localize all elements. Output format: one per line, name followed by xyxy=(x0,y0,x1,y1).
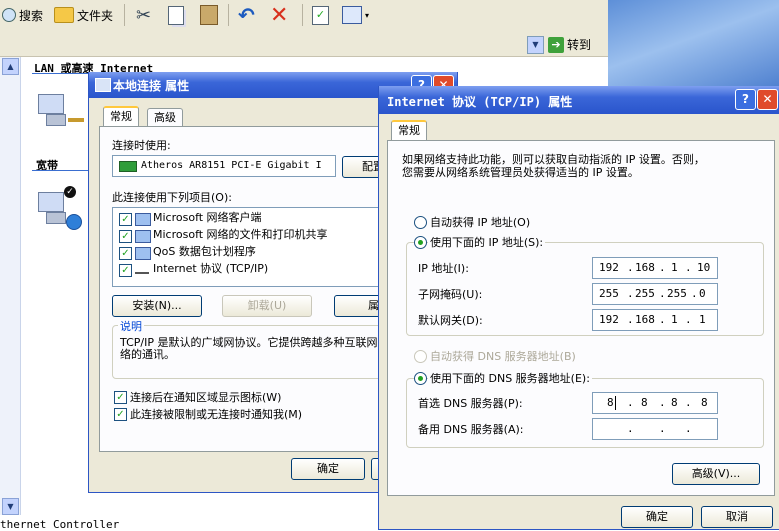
folder-icon xyxy=(54,7,74,23)
tcpip-general-panel: 如果网络支持此功能，则可以获取自动指派的 IP 设置。否则， 您需要从网络系统管… xyxy=(387,140,775,496)
folders-label: 文件夹 xyxy=(77,8,114,23)
notify-checkbox[interactable]: ✓ xyxy=(114,408,127,421)
adapter-field: Atheros AR8151 PCI-E Gigabit I xyxy=(112,155,336,177)
explorer-scrollbar[interactable]: ▲ ▼ xyxy=(0,57,21,515)
qos-icon xyxy=(135,247,151,260)
description-text: TCP/IP 是默认的广域网协议。它提供跨越多种互联网络的通讯。 xyxy=(120,336,378,361)
dialog1-ok-button[interactable]: 确定 xyxy=(291,458,365,480)
tab-advanced[interactable]: 高级 xyxy=(147,108,183,127)
explorer-toolbar: 搜索 文件夹 ✂ ↶ ✕ ✓ ▾ xyxy=(0,0,608,33)
cut-icon[interactable]: ✂ xyxy=(136,4,151,26)
go-arrow-icon: ➔ xyxy=(548,36,564,53)
auto-ip-label: 自动获得 IP 地址(O) xyxy=(430,216,531,229)
scroll-down-button[interactable]: ▼ xyxy=(2,498,19,515)
intro-line-2: 您需要从网络系统管理员处获得适当的 IP 设置。 xyxy=(402,166,639,179)
show-icon-label: 连接后在通知区域显示图标(W) xyxy=(130,391,282,404)
properties-icon[interactable]: ✓ xyxy=(312,4,329,26)
client-icon xyxy=(135,213,151,226)
close-button[interactable]: ✕ xyxy=(757,89,778,110)
alternate-dns-field[interactable]: . . . xyxy=(592,418,718,440)
views-icon[interactable]: ▾ xyxy=(342,4,369,26)
dialog1-title: 本地连接 属性 xyxy=(113,79,190,93)
auto-dns-label: 自动获得 DNS 服务器地址(B) xyxy=(430,350,576,363)
search-button[interactable]: 搜索 xyxy=(2,4,43,26)
copy-icon[interactable] xyxy=(168,4,184,26)
advanced-button[interactable]: 高级(V)... xyxy=(672,463,760,485)
help-button[interactable]: ? xyxy=(735,89,756,110)
network-icon xyxy=(95,78,111,92)
uninstall-button[interactable]: 卸载(U) xyxy=(222,295,312,317)
item-checkbox[interactable]: ✓ xyxy=(119,264,132,277)
status-text: thernet Controller xyxy=(0,518,120,531)
show-icon-checkbox[interactable]: ✓ xyxy=(114,391,127,404)
tcpip-properties-dialog: Internet 协议 (TCP/IP) 属性 ? ✕ 常规 如果网络支持此功能… xyxy=(378,86,779,530)
items-label: 此连接使用下列项目(O): xyxy=(112,191,232,204)
dialog2-title: Internet 协议 (TCP/IP) 属性 xyxy=(387,95,573,109)
item-checkbox[interactable]: ✓ xyxy=(119,230,132,243)
desktop-background xyxy=(608,0,779,90)
lan-connection-icon[interactable] xyxy=(38,88,84,130)
adapter-icon xyxy=(119,161,137,172)
alternate-dns-label: 备用 DNS 服务器(A): xyxy=(418,423,524,436)
search-label: 搜索 xyxy=(19,8,44,23)
use-dns-radio[interactable] xyxy=(414,372,427,385)
go-label: 转到 xyxy=(567,38,592,52)
folders-button[interactable]: 文件夹 xyxy=(54,4,113,26)
scroll-up-button[interactable]: ▲ xyxy=(2,58,19,75)
use-ip-radio[interactable] xyxy=(414,236,427,249)
address-bar xyxy=(0,32,608,57)
item-checkbox[interactable]: ✓ xyxy=(119,247,132,260)
dialog2-ok-button[interactable]: 确定 xyxy=(621,506,693,528)
intro-text: 如果网络支持此功能，则可以获取自动指派的 IP 设置。否则， 您需要从网络系统管… xyxy=(402,153,705,179)
notify-label: 此连接被限制或无连接时通知我(M) xyxy=(130,408,303,421)
text-cursor xyxy=(615,396,616,410)
auto-dns-radio[interactable] xyxy=(414,350,427,363)
broadband-connection-icon[interactable]: ✓ xyxy=(38,186,84,230)
dialog2-titlebar[interactable]: Internet 协议 (TCP/IP) 属性 ? ✕ xyxy=(379,86,779,114)
install-button[interactable]: 安装(N)... xyxy=(112,295,202,317)
adapter-name: Atheros AR8151 PCI-E Gigabit I xyxy=(141,160,322,171)
go-button[interactable]: ➔ 转到 xyxy=(548,35,608,54)
preferred-dns-field[interactable]: 8 . 8 . 8 . 8 xyxy=(592,392,718,414)
gateway-label: 默认网关(D): xyxy=(418,314,483,327)
toolbar-separator xyxy=(124,4,125,26)
connect-using-label: 连接时使用: xyxy=(112,139,171,152)
dialog2-cancel-button[interactable]: 取消 xyxy=(701,506,773,528)
paste-icon[interactable] xyxy=(200,4,218,26)
delete-icon[interactable]: ✕ xyxy=(270,3,288,28)
ip-address-field[interactable]: 192 . 168 . 1 . 10 xyxy=(592,257,718,279)
group-divider xyxy=(32,73,88,74)
group-divider xyxy=(32,170,88,171)
use-dns-label: 使用下面的 DNS 服务器地址(E): xyxy=(428,370,592,386)
preferred-dns-label: 首选 DNS 服务器(P): xyxy=(418,397,523,410)
subnet-mask-label: 子网掩码(U): xyxy=(418,288,483,301)
use-ip-label: 使用下面的 IP 地址(S): xyxy=(428,234,546,250)
item-checkbox[interactable]: ✓ xyxy=(119,213,132,226)
search-icon xyxy=(2,8,16,22)
ip-address-label: IP 地址(I): xyxy=(418,262,469,275)
gateway-field[interactable]: 192 . 168 . 1 . 1 xyxy=(592,309,718,331)
auto-ip-radio[interactable] xyxy=(414,216,427,229)
protocol-icon xyxy=(135,266,149,274)
item-label: Internet 协议 (TCP/IP) xyxy=(153,262,269,275)
subnet-mask-field[interactable]: 255 . 255 . 255 . 0 xyxy=(592,283,718,305)
tab-general[interactable]: 常规 xyxy=(103,106,139,127)
address-dropdown-button[interactable]: ▼ xyxy=(527,36,544,54)
intro-line-1: 如果网络支持此功能，则可以获取自动指派的 IP 设置。否则， xyxy=(402,153,705,166)
description-header: 说明 xyxy=(118,318,144,334)
undo-icon[interactable]: ↶ xyxy=(238,3,255,27)
tab-general[interactable]: 常规 xyxy=(391,120,427,141)
toolbar-separator xyxy=(228,4,229,26)
file-share-icon xyxy=(135,230,151,243)
toolbar-separator xyxy=(302,4,303,26)
